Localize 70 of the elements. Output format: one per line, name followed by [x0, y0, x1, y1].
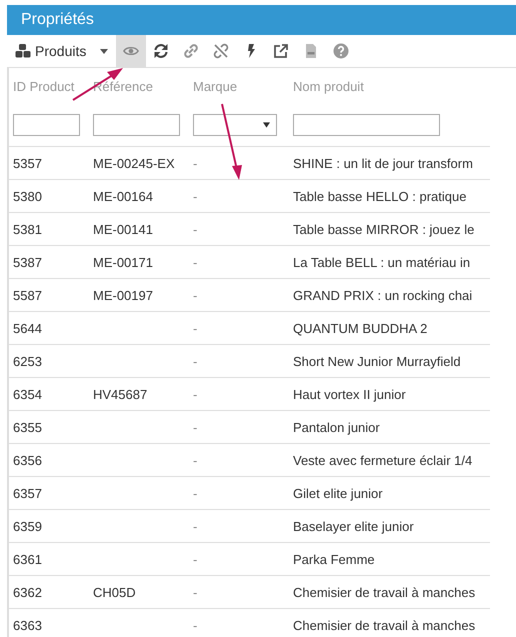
table-cell: Table basse MIRROR : jouez le [293, 222, 474, 236]
column-header[interactable]: Référence [93, 78, 153, 94]
table-cell: Chemisier de travail à manches [293, 584, 476, 600]
panel-title: Propriétés [21, 11, 94, 29]
link-icon [183, 43, 200, 59]
table-cell: ME-00171 [93, 254, 153, 270]
table-cell: Short New Junior Murrayfield [293, 354, 461, 368]
table-cell: 6359 [13, 518, 42, 534]
table-cell: - [193, 420, 198, 434]
caret-icon [100, 48, 108, 54]
table-cell: Parka Femme [293, 552, 375, 566]
column-header[interactable]: ID Product [13, 78, 74, 94]
table-cell: - [193, 618, 198, 632]
table-cell: HV45687 [93, 386, 148, 402]
table-cell: Chemisier de travail à manches [293, 618, 476, 632]
table-cell: 6357 [13, 486, 42, 500]
table-cell: 6253 [13, 354, 42, 368]
table-cell: - [193, 320, 198, 336]
table-cell: 5357 [13, 156, 42, 170]
table-cell: 6356 [13, 452, 42, 468]
table-cell: SHINE : un lit de jour transform [293, 156, 473, 170]
help-icon [333, 43, 350, 59]
table-cell: 5387 [13, 254, 42, 270]
column-header[interactable]: Marque [193, 78, 238, 94]
table-cell: La Table BELL : un matériau in [293, 254, 470, 270]
table-cell: 5380 [13, 188, 42, 204]
unlink-icon [213, 43, 230, 59]
table-cell: QUANTUM BUDDHA 2 [293, 320, 428, 336]
table-cell: 5587 [13, 288, 42, 302]
table-cell: - [193, 386, 198, 402]
table-cell: - [193, 486, 198, 500]
filter-dropdown[interactable] [193, 114, 277, 136]
cubes-icon [15, 43, 31, 59]
table-cell: Table basse HELLO : pratique [293, 188, 466, 204]
table-cell: 5644 [13, 320, 42, 336]
filter-field[interactable] [13, 114, 80, 136]
table-cell: - [193, 188, 198, 204]
filter-field[interactable] [293, 114, 440, 136]
table-cell: - [193, 288, 198, 302]
table-cell: - [193, 156, 198, 170]
filter-field[interactable] [93, 114, 180, 136]
table-cell: - [193, 254, 198, 270]
table-cell: - [193, 222, 198, 236]
table-cell: - [193, 354, 198, 368]
table-cell: Gilet elite junior [293, 486, 383, 500]
table-cell: - [193, 552, 198, 566]
table-cell: 6363 [13, 618, 42, 632]
table-cell: GRAND PRIX : un rocking chai [293, 288, 472, 302]
external-link-icon [273, 43, 290, 59]
table-cell: ME-00164 [93, 188, 153, 204]
table-cell: Baselayer elite junior [293, 518, 414, 534]
table-cell: - [193, 584, 198, 600]
table-cell: 6362 [13, 584, 42, 600]
table-cell: 6361 [13, 552, 42, 566]
caret-icon [263, 122, 270, 128]
table-cell: 6355 [13, 420, 42, 434]
table-cell: ME-00197 [93, 288, 153, 302]
table-cell: - [193, 452, 198, 468]
refresh-icon [153, 43, 170, 59]
table-cell: 5381 [13, 222, 42, 236]
products-dropdown[interactable]: Produits [7, 35, 116, 67]
table-cell: Pantalon junior [293, 420, 380, 434]
table-cell: - [193, 518, 198, 534]
table-cell: ME-00245-EX [93, 156, 175, 170]
column-header[interactable]: Nom produit [293, 78, 364, 94]
table-cell: Veste avec fermeture éclair 1/4 [293, 452, 472, 468]
table-cell: 6354 [13, 386, 42, 402]
table-cell: Haut vortex II junior [293, 386, 406, 402]
table-cell: ME-00141 [93, 222, 153, 236]
table-cell: CH05D [93, 584, 136, 600]
